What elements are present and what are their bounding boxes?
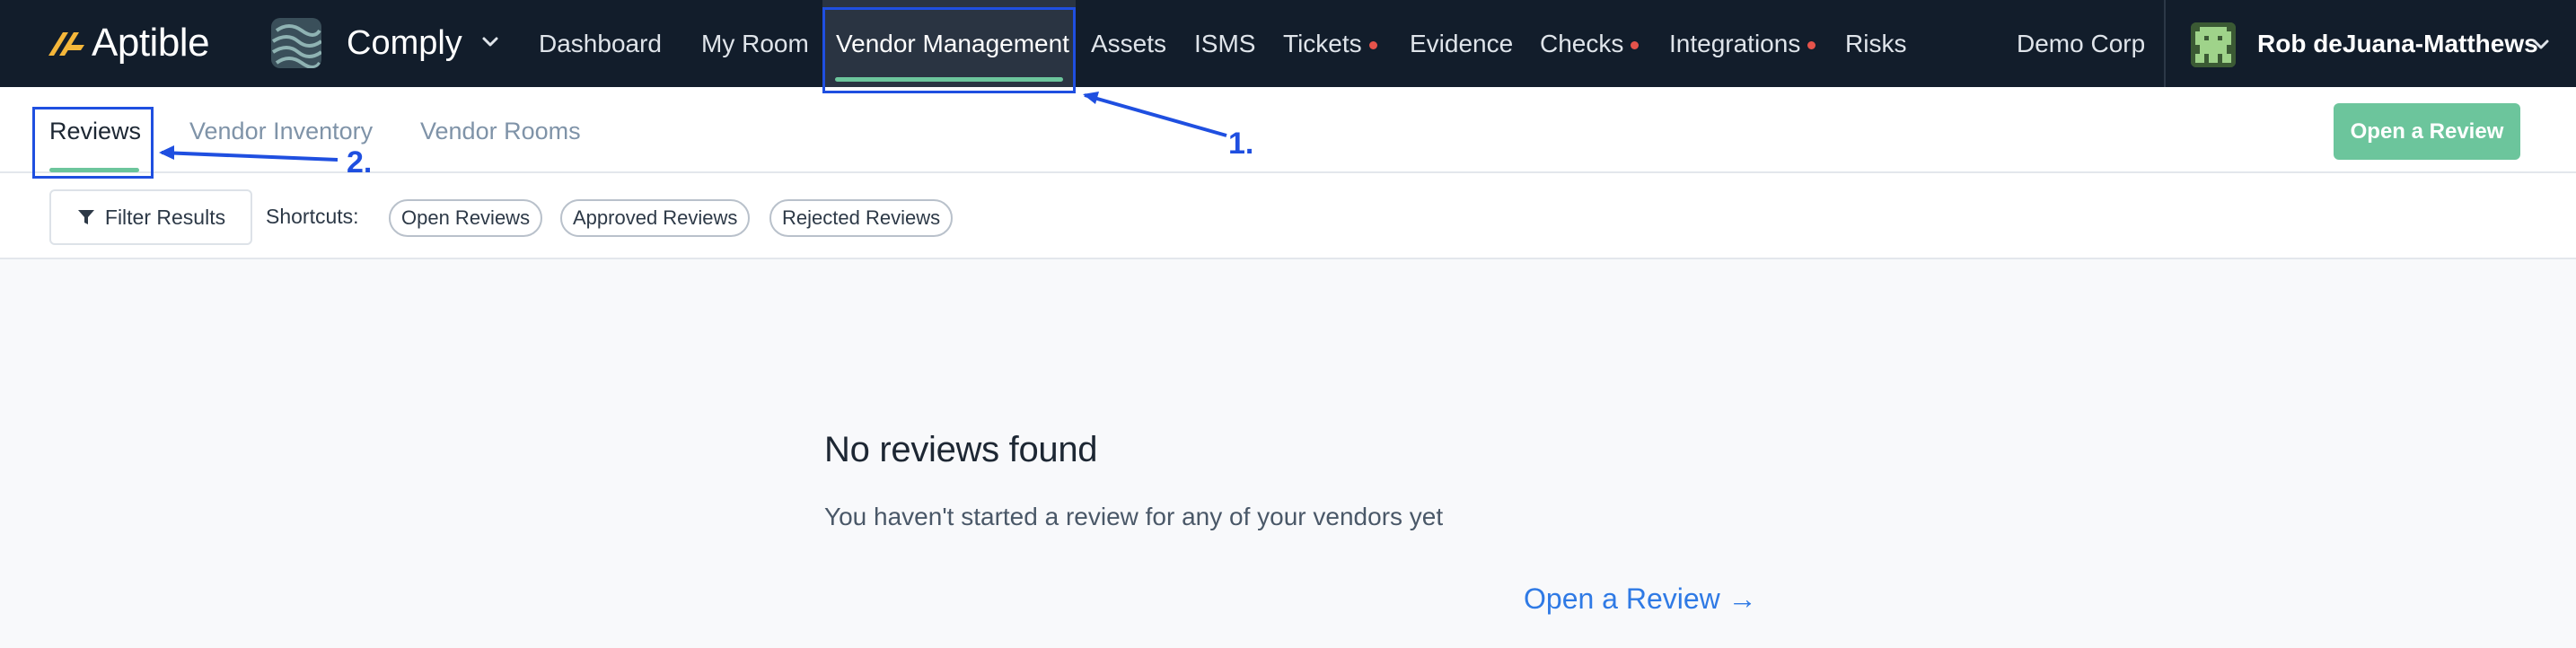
shortcut-open-reviews[interactable]: Open Reviews	[389, 199, 543, 237]
product-switcher[interactable]: Comply	[347, 22, 462, 65]
annotation-highlight-reviews-tab	[32, 107, 154, 179]
alert-dot	[1807, 41, 1816, 50]
shortcut-rejected-reviews[interactable]: Rejected Reviews	[769, 199, 954, 237]
divider	[2164, 0, 2166, 87]
page: Aptible Comply Dashboard My Room Vendor …	[0, 0, 2576, 648]
filter-icon	[77, 210, 94, 224]
empty-state-description: You haven't started a review for any of …	[824, 503, 1444, 530]
sub-tabs-bar: Reviews Vendor Inventory Vendor Rooms	[0, 87, 2576, 173]
nav-assets[interactable]: Assets	[1091, 0, 1166, 87]
open-review-link[interactable]: Open a Review →	[1524, 582, 1757, 616]
nav-risks[interactable]: Risks	[1845, 0, 1906, 87]
annotation-highlight-vendor-management	[822, 7, 1076, 93]
chevron-down-icon[interactable]	[2530, 33, 2552, 55]
comply-logo-icon[interactable]	[271, 18, 321, 68]
tab-vendor-inventory[interactable]: Vendor Inventory	[189, 118, 373, 145]
top-navbar: Aptible Comply Dashboard My Room Vendor …	[0, 0, 2576, 87]
nav-my-room[interactable]: My Room	[701, 0, 809, 87]
alert-dot	[1631, 41, 1640, 50]
nav-integrations[interactable]: Integrations	[1669, 0, 1816, 87]
brand[interactable]: Aptible	[47, 20, 210, 66]
nav-checks[interactable]: Checks	[1540, 0, 1640, 87]
user-menu[interactable]: Rob deJuana-Matthews	[2257, 0, 2538, 87]
shortcut-approved-reviews[interactable]: Approved Reviews	[560, 199, 751, 237]
brand-name: Aptible	[92, 21, 210, 65]
nav-dashboard[interactable]: Dashboard	[539, 0, 662, 87]
filter-results-button[interactable]: Filter Results	[49, 189, 252, 245]
aptible-logo-icon	[48, 32, 84, 56]
annotation-label-1: 1.	[1228, 127, 1254, 161]
org-name[interactable]: Demo Corp	[2017, 0, 2145, 87]
nav-evidence[interactable]: Evidence	[1410, 0, 1513, 87]
annotation-label-2: 2.	[347, 145, 373, 180]
tab-vendor-rooms[interactable]: Vendor Rooms	[420, 118, 581, 145]
shortcuts-label: Shortcuts:	[266, 205, 359, 228]
empty-state-title: No reviews found	[824, 430, 1098, 469]
nav-isms[interactable]: ISMS	[1194, 0, 1255, 87]
filter-bar: Filter Results Shortcuts: Open Reviews A…	[0, 173, 2576, 259]
nav-tickets[interactable]: Tickets	[1283, 0, 1377, 87]
open-review-button[interactable]: Open a Review	[2334, 103, 2520, 160]
alert-dot	[1368, 41, 1377, 50]
avatar[interactable]	[2191, 22, 2236, 67]
chevron-down-icon[interactable]	[479, 31, 501, 52]
